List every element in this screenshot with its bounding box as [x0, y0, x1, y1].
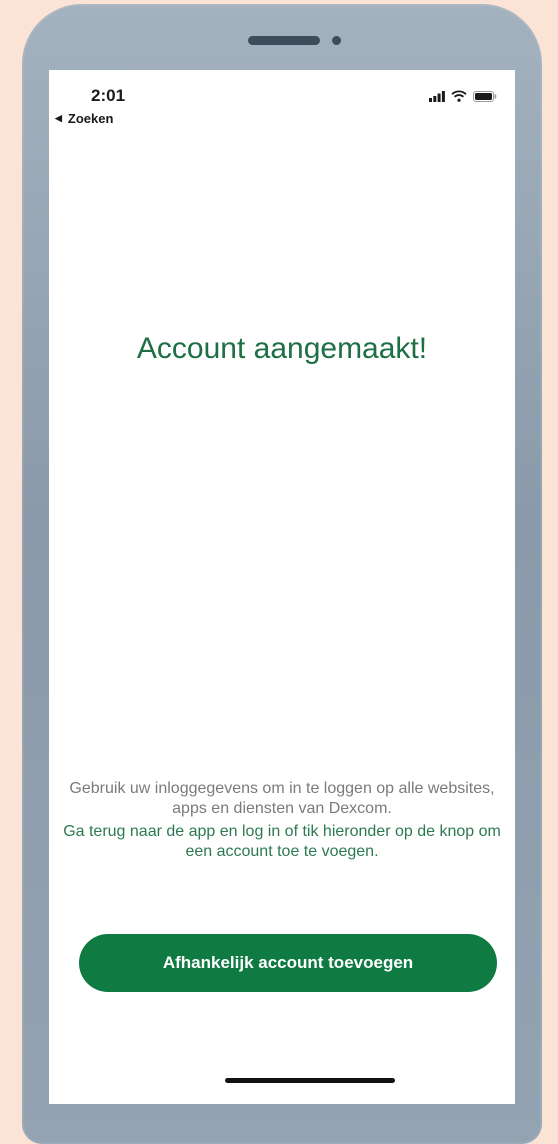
- phone-frame: 2:01 ◀ Zoeken Account aangemaakt! Gebrui…: [22, 4, 542, 1144]
- phone-camera: [332, 36, 341, 45]
- home-indicator[interactable]: [225, 1078, 395, 1083]
- info-text: Gebruik uw inloggegevens om in te loggen…: [69, 780, 495, 817]
- cellular-signal-icon: [429, 90, 445, 102]
- phone-screen: 2:01 ◀ Zoeken Account aangemaakt! Gebrui…: [49, 70, 515, 1104]
- add-dependent-account-button[interactable]: Afhankelijk account toevoegen: [79, 934, 497, 992]
- status-icons: [429, 90, 497, 102]
- status-time: 2:01: [91, 86, 126, 105]
- battery-icon: [473, 90, 497, 102]
- instruction-text: Ga terug naar de app en log in of tik hi…: [63, 823, 501, 860]
- page-title: Account aangemaakt!: [136, 332, 428, 365]
- back-label: Zoeken: [67, 111, 114, 126]
- wifi-icon: [451, 90, 467, 102]
- back-to-search-link[interactable]: ◀ Zoeken: [55, 111, 113, 126]
- back-arrow-icon: ◀: [55, 113, 62, 123]
- phone-speaker: [248, 36, 320, 45]
